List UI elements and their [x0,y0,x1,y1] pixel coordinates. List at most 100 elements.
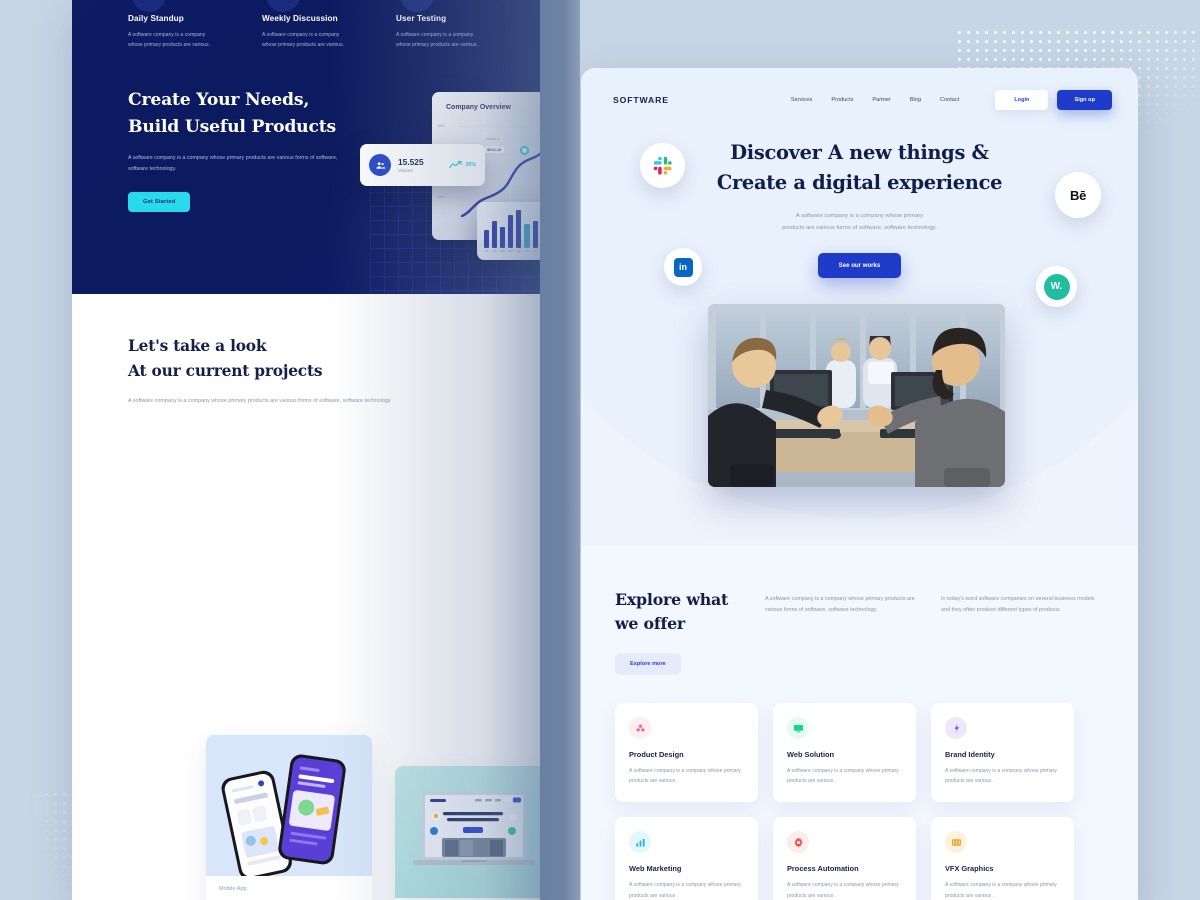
chart-tooltip-label: Values ● [486,137,500,141]
headline-line-1: Discover A new things & [730,141,989,164]
project-card-website[interactable]: Website Software Company Website [395,766,540,900]
explore-section: Explore what we offer Explore more A sof… [581,546,1138,900]
explore-more-button[interactable]: Explore more [615,653,681,675]
feature-description: A software company is a company whose pr… [262,32,345,49]
behance-glyph: Bē [1069,187,1087,203]
headline-line-1: Create Your Needs, [128,89,310,110]
company-overview-header: Company Overview Monthly ▾ [432,92,540,111]
dark-hero-section: Daily Standup A software company is a co… [72,0,540,294]
feature-title: User Testing [396,14,447,23]
bar-chart-card: Jan Feb Mar Apr May Jun Jul Aug Sep Oct [477,202,540,260]
monitor-icon [787,717,809,739]
projects-heading-line-2: At our current projects [128,361,323,380]
explore-heading-block: Explore what we offer Explore more [615,588,743,675]
login-button[interactable]: Login [995,90,1049,110]
nav-link-partner[interactable]: Partner [872,97,890,103]
film-icon [945,831,967,854]
nav-link-services[interactable]: Services [791,97,812,103]
dark-hero-headline: Create Your Needs, Build Useful Products [128,87,343,140]
explore-column-1: A software company is a company whose pr… [765,596,915,614]
chart-title: Company Overview [446,104,511,111]
bar-chart-bars [484,210,540,248]
explore-heading-line-2: we offer [615,614,686,633]
service-card-process-automation[interactable]: Process Automation A software company is… [773,817,916,900]
feature-row: Daily Standup A software company is a co… [72,0,540,51]
see-our-works-button[interactable]: See our works [817,253,902,279]
projects-heading-line-1: Let's take a look [128,337,267,355]
nav-link-contact[interactable]: Contact [940,97,959,103]
slack-icon[interactable] [640,143,685,188]
sparkle-icon [945,717,967,739]
service-title: Brand Identity [945,750,995,759]
gear-icon [787,831,809,854]
circle-decoration-icon [400,0,434,12]
headline-line-2: Build Useful Products [128,116,336,137]
project-card-mobile-app[interactable]: Mobile App Online Learning App [206,735,372,900]
explore-heading: Explore what we offer [615,588,743,636]
signup-button[interactable]: Sign up [1057,90,1112,110]
project-thumbnail-laptop [395,766,540,898]
wordpress-icon[interactable]: W. [1036,266,1077,307]
slack-glyph [653,156,672,175]
service-title: VFX Graphics [945,864,994,874]
subtext-line-1: A software company is a company whose pr… [795,213,924,220]
explore-heading-line-1: Explore what [615,590,729,609]
linkedin-glyph: in [673,257,693,277]
y-axis-tick: 500 [438,123,445,128]
right-hero-section: SOFTWARE Services Products Partner Blog … [581,68,1138,546]
chart-bar-icon [629,831,651,854]
service-description: A software company is a company whose pr… [629,882,741,899]
service-title: Web Solution [787,750,835,759]
services-grid: Product Design A software company is a c… [581,675,1138,900]
dark-hero-copy: Create Your Needs, Build Useful Products… [128,87,343,213]
feature-title: Daily Standup [128,14,184,23]
behance-icon[interactable]: Bē [1055,172,1101,218]
service-card-product-design[interactable]: Product Design A software company is a c… [615,703,758,803]
service-description: A software company is a company whose pr… [945,882,1057,899]
circle-decoration-icon [266,0,300,12]
visitors-value: 15.525 [398,157,424,168]
circle-decoration-icon [132,0,166,12]
projects-section: Let's take a look At our current project… [72,294,540,900]
visitors-change: 35% [449,161,476,169]
nav-links: Services Products Partner Blog Contact [791,97,959,103]
palette-icon [629,717,651,739]
right-hero-subtext: A software company is a company whose pr… [581,211,1138,234]
left-mockup-panel: Daily Standup A software company is a co… [72,0,540,900]
feature-item-user-testing: User Testing A software company is a com… [396,0,484,51]
service-description: A software company is a company whose pr… [945,768,1057,785]
visitors-stat-text: 15.525 Visitors [398,157,424,173]
nav-link-products[interactable]: Products [831,97,853,103]
projects-heading: Let's take a look At our current project… [128,334,540,383]
feature-description: A software company is a company whose pr… [128,32,212,49]
y-axis-tick: 100 [438,194,445,199]
feature-item-weekly-discussion: Weekly Discussion A software company is … [262,0,350,51]
feature-item-daily-standup: Daily Standup A software company is a co… [128,0,216,51]
navbar: SOFTWARE Services Products Partner Blog … [581,68,1138,110]
service-card-brand-identity[interactable]: Brand Identity A software company is a c… [931,703,1074,803]
service-description: A software company is a company whose pr… [629,768,741,785]
nav-link-blog[interactable]: Blog [910,97,921,103]
get-started-button[interactable]: Get Started [128,192,191,213]
chart-data-point-marker[interactable] [520,146,529,155]
bar-chart-axis: Jan Feb Mar Apr May Jun Jul Aug Sep Oct [484,250,537,253]
chart-tooltip-value: $524.28 [484,146,505,153]
projects-subtext: A software company is a company whose pr… [128,398,392,405]
service-card-vfx-graphics[interactable]: VFX Graphics A software company is a com… [931,817,1074,900]
service-title: Web Marketing [629,864,682,874]
service-description: A software company is a company whose pr… [787,768,899,785]
project-category: Mobile App [219,886,247,892]
dark-hero-subtext: A software company is a company whose pr… [128,155,338,173]
laptop-mockup-illustration [413,792,535,865]
brand-logo[interactable]: SOFTWARE [613,95,669,105]
wordpress-glyph: W. [1043,273,1070,300]
service-title: Product Design [629,750,684,759]
service-card-web-solution[interactable]: Web Solution A software company is a com… [773,703,916,803]
linkedin-icon[interactable]: in [664,248,702,286]
headline-line-2: Create a digital experience [716,171,1003,195]
explore-column-2: In today's word software companies on se… [941,596,1095,614]
hero-team-photo [708,304,1005,487]
phone-mockup-illustration [221,754,346,876]
explore-top-row: Explore what we offer Explore more A sof… [581,588,1138,675]
service-card-web-marketing[interactable]: Web Marketing A software company is a co… [615,817,758,900]
